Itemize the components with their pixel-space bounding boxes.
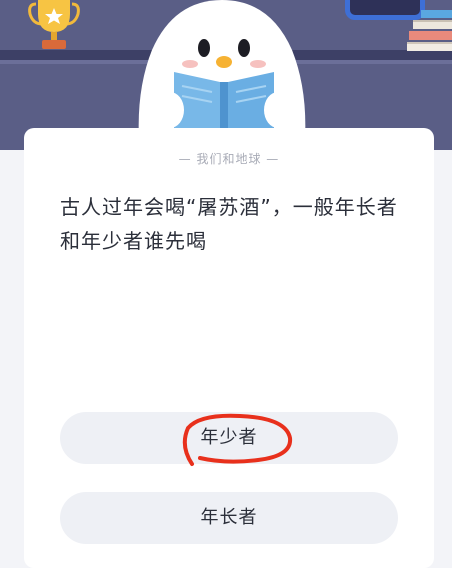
answer-option-1[interactable]: 年少者 (60, 412, 398, 464)
question-card: — 我们和地球 — 古人过年会喝“屠苏酒”，一般年长者和年少者谁先喝 年少者 年… (24, 128, 434, 568)
books-icon (407, 10, 452, 51)
question-text: 古人过年会喝“屠苏酒”，一般年长者和年少者谁先喝 (60, 195, 398, 253)
category-label: — 我们和地球 — (178, 152, 280, 166)
trophy-icon (28, 0, 80, 49)
answer-option-2[interactable]: 年长者 (60, 492, 398, 544)
